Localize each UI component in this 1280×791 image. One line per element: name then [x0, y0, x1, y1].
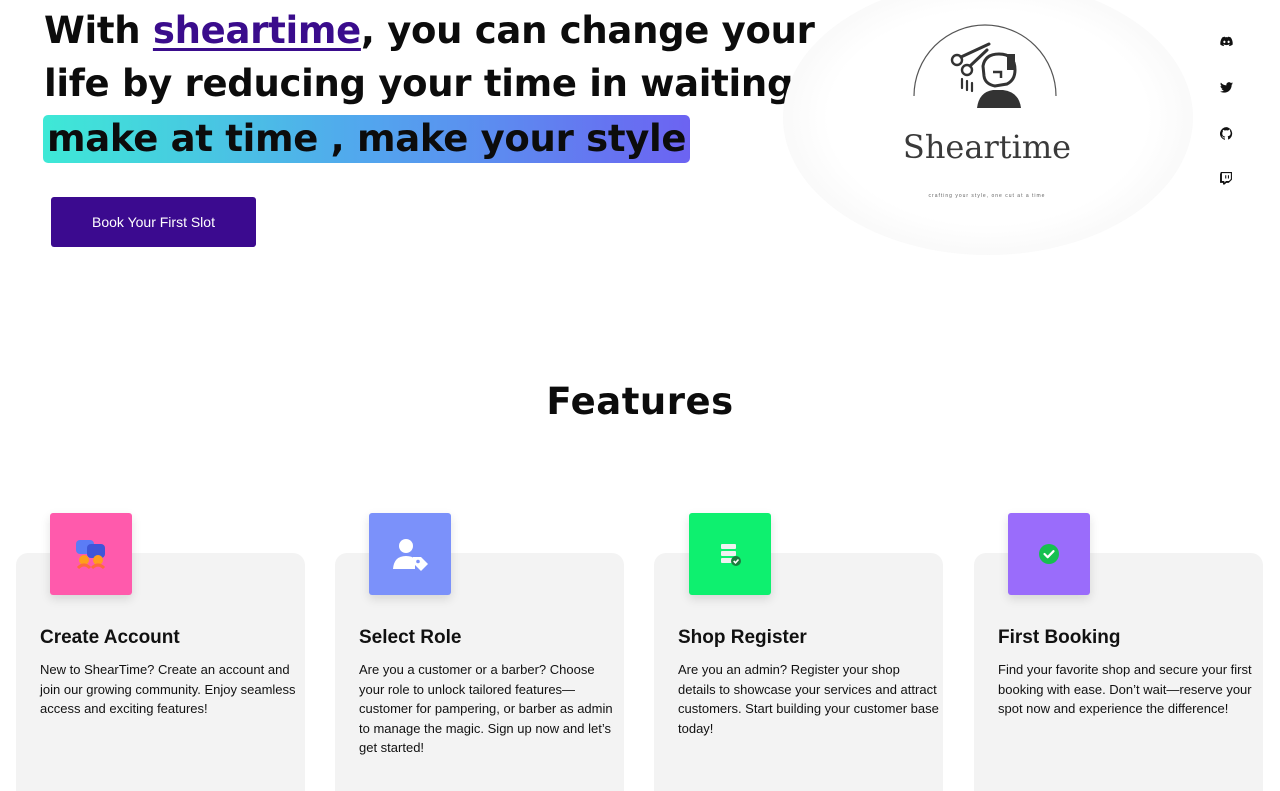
logo-wordmark: Sheartime [902, 128, 1072, 166]
hero-prefix: With [44, 9, 153, 52]
feature-title: Select Role [359, 627, 462, 648]
feature-title: First Booking [998, 627, 1121, 648]
users-icon [50, 513, 132, 595]
feature-description: Find your favorite shop and secure your … [998, 662, 1252, 717]
feature-title: Shop Register [678, 627, 807, 648]
logo-tagline: crafting your style, one cut at a time [928, 193, 1046, 199]
hero-suffix: , you can change your [360, 9, 815, 52]
hero-heading-line-1: With sheartime, you can change your [44, 4, 815, 58]
discord-icon[interactable] [1216, 31, 1236, 51]
github-icon[interactable] [1216, 123, 1236, 143]
hero-highlight: make at time , make your style [43, 115, 691, 163]
feature-description: Are you a customer or a barber? Choose y… [359, 662, 613, 756]
features-heading: Features [546, 380, 734, 423]
twitter-icon[interactable] [1216, 77, 1236, 97]
check-circle-icon [1008, 513, 1090, 595]
hero-heading-line-2: life by reducing your time in waiting [44, 62, 794, 105]
user-tag-icon [369, 513, 451, 595]
feature-description: Are you an admin? Register your shop det… [678, 662, 939, 736]
twitch-icon[interactable] [1216, 168, 1236, 188]
book-first-slot-button[interactable]: Book Your First Slot [51, 197, 256, 247]
barber-scissors-icon [950, 42, 1021, 108]
brand-link[interactable]: sheartime [153, 9, 361, 52]
feature-description: New to ShearTime? Create an account and … [40, 662, 296, 717]
server-check-icon [689, 513, 771, 595]
feature-title: Create Account [40, 627, 180, 648]
